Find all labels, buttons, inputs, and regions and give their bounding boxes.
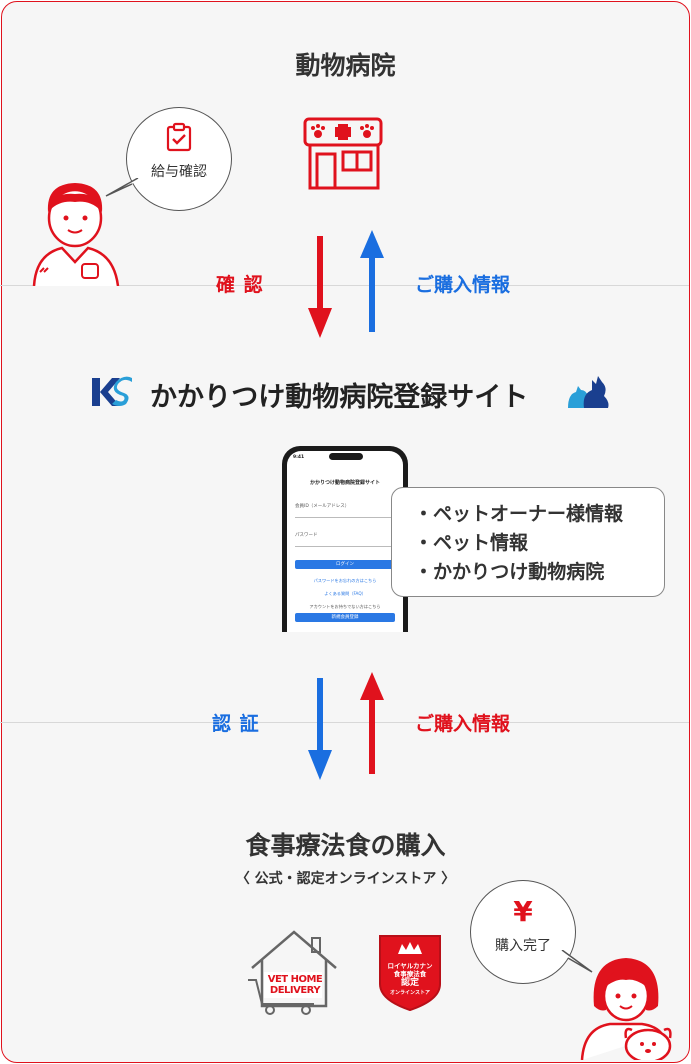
info-item: ・ペット情報 — [414, 532, 529, 554]
purchase-subtitle: 〈 公式・認定オンラインストア 〉 — [235, 871, 456, 887]
ks-logo — [90, 374, 134, 410]
auth-label: 認 証 — [212, 713, 260, 735]
phone-no-account: アカウントをお持ちでない方はこちら — [309, 604, 381, 609]
divider-bottom — [0, 722, 689, 723]
arrow-down-blue-icon — [308, 678, 332, 780]
purchase-info-label-top: ご購入情報 — [415, 274, 511, 296]
arrow-up-red-icon — [360, 672, 384, 774]
purchase-title: 食事療法食の購入 — [245, 831, 446, 860]
phone-login-button[interactable]: ログイン — [295, 560, 395, 569]
arrow-up-blue-icon — [360, 230, 384, 332]
info-box: ・ペットオーナー様情報 ・ペット情報 ・かかりつけ動物病院 — [391, 487, 665, 597]
clipboard-check-icon — [166, 122, 192, 152]
yen-icon: ¥ — [513, 895, 533, 928]
purchase-info-label-bottom: ご購入情報 — [415, 713, 511, 735]
vet-logo-text: VET HOME DELIVERY — [267, 974, 323, 996]
confirm-label: 確 認 — [216, 274, 264, 296]
arrow-down-red-icon — [308, 236, 332, 338]
pet-owner-icon — [580, 958, 672, 1060]
rc-line4: オンラインストア — [390, 990, 430, 996]
phone-screen: 9:41 かかりつけ動物病院登録サイト 会員ID（メールアドレス） パスワード … — [287, 451, 403, 632]
rc-line2: 食事療法食 — [393, 970, 427, 978]
vet-home-delivery-logo — [248, 930, 337, 1015]
phone-header: かかりつけ動物病院登録サイト — [309, 480, 381, 486]
phone-faq-link[interactable]: よくある質問（FAQ） — [287, 591, 403, 597]
veterinarian-icon — [32, 183, 120, 286]
hospital-icon — [303, 117, 383, 190]
clinic-title: 動物病院 — [295, 51, 396, 80]
pets-icon — [568, 376, 609, 408]
phone-forgot-link[interactable]: パスワードをお忘れの方はこちら — [287, 578, 403, 584]
info-item: ・ペットオーナー様情報 — [414, 503, 624, 525]
phone-pw-field[interactable] — [295, 538, 395, 547]
phone-register-button[interactable]: 新規会員登録 — [295, 613, 395, 622]
rc-line3: 認定 — [400, 978, 419, 988]
phone-id-field[interactable] — [295, 509, 395, 518]
phone-mockup: 9:41 かかりつけ動物病院登録サイト 会員ID（メールアドレス） パスワード … — [282, 446, 408, 632]
rc-line1: ロイヤルカナン — [387, 962, 433, 970]
royal-canin-text: ロイヤルカナン 食事療法食 認定 オンラインストア — [376, 962, 444, 997]
site-title: かかりつけ動物病院登録サイト — [150, 382, 529, 413]
phone-time: 9:41 — [293, 455, 305, 460]
phone-notch — [329, 453, 363, 460]
info-item: ・かかりつけ動物病院 — [414, 561, 605, 583]
